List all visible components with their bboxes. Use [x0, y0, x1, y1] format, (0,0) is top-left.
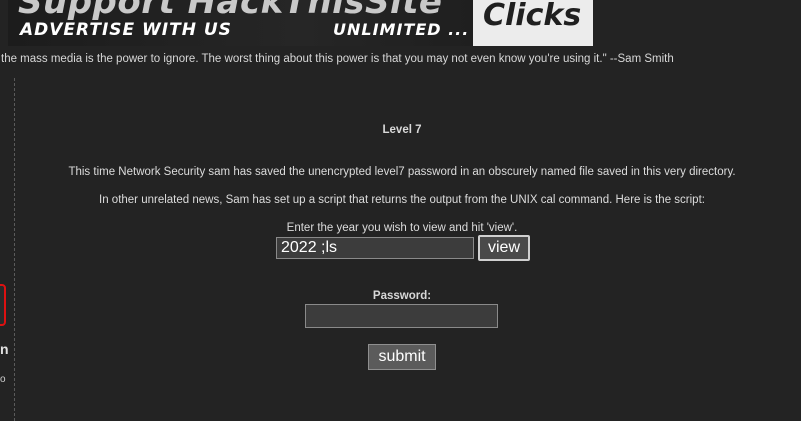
- page-title: Level 7: [382, 124, 422, 136]
- year-input[interactable]: [276, 237, 474, 259]
- advertisement-banner[interactable]: Support HackThisSite ADVERTISE WITH US U…: [8, 0, 593, 46]
- challenge-script-note: In other unrelated news, Sam has set up …: [99, 194, 705, 206]
- password-label: Password:: [372, 290, 432, 302]
- year-form: view: [276, 235, 530, 261]
- password-field[interactable]: [305, 304, 498, 328]
- view-button[interactable]: view: [478, 235, 530, 261]
- banner-unlimited-text: UNLIMITED ...: [333, 20, 470, 39]
- year-prompt-label: Enter the year you wish to view and hit …: [286, 222, 518, 234]
- submit-button[interactable]: submit: [368, 344, 436, 370]
- sidebar-red-button[interactable]: [0, 284, 6, 326]
- sidebar-text-fragment-small: o: [0, 374, 6, 385]
- quote-text: the mass media is the power to ignore. T…: [1, 53, 674, 65]
- banner-advertise-text: ADVERTISE WITH US: [20, 20, 232, 40]
- challenge-description: This time Network Security sam has saved…: [68, 166, 736, 178]
- banner-clicks-text: Clicks: [483, 0, 582, 33]
- banner-headline: Support HackThisSite: [18, 0, 443, 22]
- sidebar-text-fragment: n: [0, 341, 9, 357]
- challenge-content: Level 7 This time Network Security sam h…: [15, 78, 789, 421]
